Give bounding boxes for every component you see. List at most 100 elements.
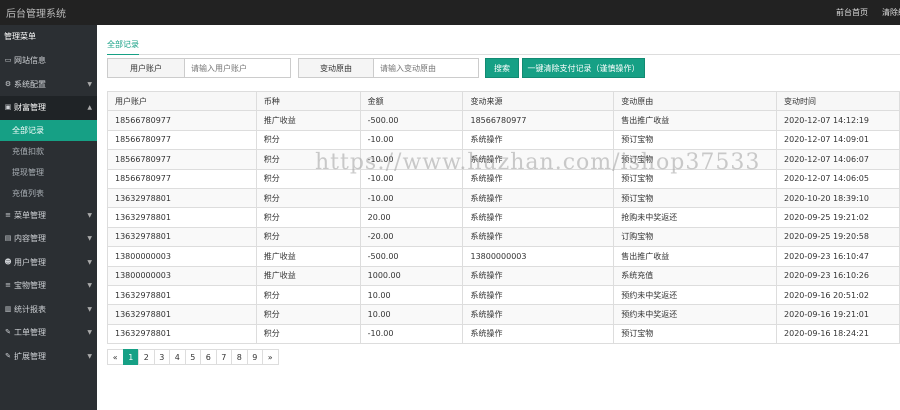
column-header: 币种 [255,90,361,112]
chevron-down-icon: ▼ [87,235,92,242]
search-form: 用户账户 变动原由 搜索 一键清除支付记录（谨慎操作） [107,58,645,78]
clear-payment-records-button[interactable]: 一键清除支付记录（谨慎操作） [522,58,645,78]
table-cell: 预订宝物 [613,149,778,170]
next-page-button[interactable]: » [262,349,279,365]
table-cell: 预订宝物 [613,187,778,209]
sidebar-item-label: 菜单管理 [14,210,46,220]
table-cell: 18566780977 [107,149,257,170]
change-reason-label: 变动原由 [298,58,374,78]
page-button[interactable]: 8 [231,349,248,365]
table-cell: 13800000003 [107,246,257,267]
table-cell: 2020-12-07 14:06:07 [776,149,900,170]
table-cell: 积分 [255,168,361,189]
page-button[interactable]: 7 [215,349,232,365]
frontend-home-link[interactable]: 前台首页 [836,7,868,18]
table-cell: 抢购未中奖返还 [613,207,778,228]
page-button[interactable]: 2 [138,349,155,365]
sidebar-item[interactable]: ☻ 用户管理 ▼ [0,251,97,275]
table-cell: 10.00 [359,304,464,325]
page-button[interactable]: 1 [122,349,139,365]
table-cell: 积分 [255,129,361,151]
main-content: 全部记录 用户账户 变动原由 搜索 一键清除支付记录（谨慎操作） 用户账户 币种… [97,25,900,410]
table-cell: 系统操作 [462,304,615,325]
sidebar-item[interactable]: ✎ 工单管理 ▼ [0,321,97,345]
table-cell: 18566780977 [107,110,257,131]
chevron-down-icon: ▼ [87,352,92,360]
chevron-down-icon: ▼ [87,282,92,289]
tab-all-records[interactable]: 全部记录 [107,35,139,55]
table-cell: 推广收益 [255,246,361,267]
sidebar: 管理菜单 ▭ 网站信息 ⚙ 系统配置 ▼ ▣ 财富管理 ▲ 全部记录 充值扣款 提现管理 充值列表 ≡ 菜… [0,25,97,410]
table-cell: 积分 [255,323,361,345]
table-cell: 积分 [255,304,361,325]
table-cell: 系统操作 [462,226,615,248]
sidebar-item-label: 内容管理 [14,234,46,243]
page-button[interactable]: 6 [200,349,217,365]
sidebar-item[interactable]: ✎ 扩展管理 ▼ [0,345,97,369]
sidebar-item-label: 扩展管理 [14,351,46,361]
table-cell: 10.00 [359,284,464,306]
sidebar-item[interactable]: ▥ 统计报表 ▼ [0,298,97,322]
table-cell: 预订宝物 [613,129,778,151]
table-cell: 13632978801 [107,304,257,325]
table-cell: 1000.00 [359,265,464,286]
app-title: 后台管理系统 [6,9,66,20]
table-cell: 系统操作 [462,284,615,306]
page-button[interactable]: 5 [184,349,201,365]
column-header: 变动原由 [613,90,778,112]
table-row: 18566780977 积分 -10.00 系统操作 预订宝物 2020-12-07 14… [107,168,900,189]
table-cell: 系统操作 [462,149,615,170]
table-cell: 13632978801 [107,207,257,228]
table-cell: 系统操作 [462,187,615,209]
sidebar-item[interactable]: ≡ 宝物管理 ▼ [0,274,97,298]
table-cell: 系统操作 [462,323,615,345]
sidebar-subitem[interactable]: 充值扣款 [0,140,97,162]
sidebar-item[interactable]: ≡ 菜单管理 ▼ [0,204,97,228]
chevron-down-icon: ▼ [87,329,92,336]
user-account-input[interactable] [185,58,291,78]
table-header-row: 用户账户 币种 金额 变动来源 变动原由 变动时间 [107,90,900,112]
table-cell: 预订宝物 [613,168,778,189]
table-cell: 系统充值 [613,265,778,286]
table-cell: 预约未中奖返还 [613,284,778,306]
table-cell: 推广收益 [255,265,361,286]
tab-bar: 全部记录 [107,35,900,55]
page-button[interactable]: 9 [246,349,263,365]
top-bar: 后台管理系统 前台首页 清除缓存 [0,0,900,25]
table-row: 13632978801 积分 -10.00 系统操作 预订宝物 2020-10-20 18… [107,187,900,209]
table-cell: 系统操作 [462,129,615,151]
table-cell: 订购宝物 [613,226,778,248]
page-button[interactable]: 4 [169,349,186,365]
sidebar-item-label: 宝物管理 [14,281,46,290]
prev-page-button[interactable]: « [107,349,124,365]
sidebar-item[interactable]: ⚙ 系统配置 ▼ [0,73,97,97]
search-button[interactable]: 搜索 [485,58,519,78]
table-row: 18566780977 积分 -10.00 系统操作 预订宝物 2020-12-07 14… [107,129,900,151]
users-icon: ☻ [4,257,12,266]
table-cell: 预订宝物 [613,323,778,345]
table-cell: 2020-12-07 14:06:05 [776,168,900,189]
sidebar-subitem[interactable]: 全部记录 [0,119,97,141]
list-icon: ≡ [5,210,11,219]
change-reason-input[interactable] [374,58,479,78]
table-cell: 13632978801 [107,226,257,248]
table-row: 13632978801 积分 20.00 系统操作 抢购未中奖返还 2020-09-25 … [107,207,900,228]
table-cell: -20.00 [359,226,464,248]
chevron-down-icon: ▼ [87,258,92,266]
page-button[interactable]: 3 [153,349,170,365]
sidebar-item-label: 财富管理 [14,103,46,112]
clear-cache-link[interactable]: 清除缓存 [882,7,900,18]
table-cell: 预约未中奖返还 [613,304,778,325]
table-row: 13632978801 积分 10.00 系统操作 预约未中奖返还 2020-09-16 … [107,284,900,306]
sidebar-item[interactable]: ▭ 网站信息 [0,49,97,73]
gears-icon: ⚙ [4,79,12,88]
sidebar-item[interactable]: ▤ 内容管理 ▼ [0,227,97,251]
chevron-down-icon: ▼ [87,80,92,88]
sidebar-item-label: 用户管理 [14,257,46,267]
table-row: 18566780977 推广收益 -500.00 18566780977 售出推广收益 2… [107,110,900,131]
sidebar-subitem[interactable]: 提现管理 [0,161,97,183]
sidebar-item[interactable]: ▣ 财富管理 ▲ [0,96,97,120]
table-cell: -10.00 [359,187,464,209]
table-cell: 2020-12-07 14:09:01 [776,129,900,151]
sidebar-subitem[interactable]: 充值列表 [0,182,97,204]
